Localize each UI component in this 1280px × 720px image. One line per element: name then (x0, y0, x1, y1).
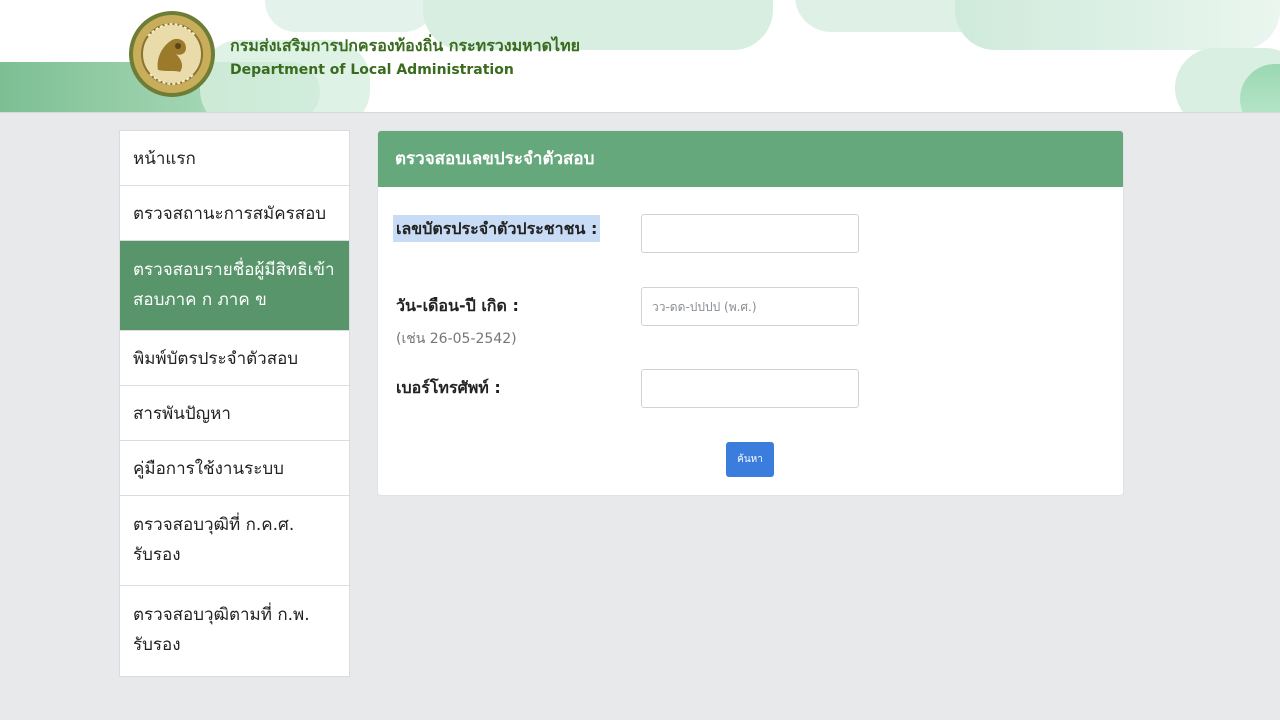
sidebar-item-label: คู่มือการใช้งานระบบ (133, 459, 284, 479)
phone-input[interactable] (641, 369, 859, 408)
sidebar-item-label: ตรวจสถานะการสมัครสอบ (133, 204, 327, 224)
exam-id-check-form: ตรวจสอบเลขประจำตัวสอบ เลขบัตรประจำตัวประ… (378, 131, 1123, 495)
id-card-label-text: เลขบัตรประจำตัวประชาชน : (393, 215, 601, 242)
site-header: กรมส่งเสริมการปกครองท้องถิ่น กระทรวงมหาด… (0, 0, 1280, 113)
sidebar-item-home[interactable]: หน้าแรก (120, 131, 349, 186)
sidebar-item-print-exam-card[interactable]: พิมพ์บัตรประจำตัวสอบ (120, 331, 349, 386)
sidebar-item-label: พิมพ์บัตรประจำตัวสอบ (133, 349, 299, 369)
sidebar-item-label-line1: ตรวจสอบวุฒิตามที่ ก.พ. (133, 605, 310, 625)
sidebar-item-application-status[interactable]: ตรวจสถานะการสมัครสอบ (120, 186, 349, 241)
sidebar-item-eligible-candidates[interactable]: ตรวจสอบรายชื่อผู้มีสิทธิเข้า สอบภาค ก ภา… (120, 241, 349, 331)
sidebar-item-check-qualification-kp[interactable]: ตรวจสอบวุฒิตามที่ ก.พ. รับรอง (120, 586, 349, 676)
sidebar-item-label: หน้าแรก (133, 149, 196, 169)
sidebar-item-user-manual[interactable]: คู่มือการใช้งานระบบ (120, 441, 349, 496)
sidebar-item-label-line1: ตรวจสอบรายชื่อผู้มีสิทธิเข้า (133, 260, 335, 280)
site-title-english: Department of Local Administration (230, 62, 514, 78)
header-decoration (955, 0, 1280, 50)
phone-label: เบอร์โทรศัพท์ : (396, 378, 501, 397)
site-title-thai: กรมส่งเสริมการปกครองท้องถิ่น กระทรวงมหาด… (230, 36, 581, 55)
birthdate-hint: (เช่น 26-05-2542) (396, 331, 517, 347)
sidebar-item-label-line1: ตรวจสอบวุฒิที่ ก.ค.ศ. (133, 515, 295, 535)
id-card-input[interactable] (641, 214, 859, 253)
birthdate-input[interactable] (641, 287, 859, 326)
birthdate-label: วัน-เดือน-ปี เกิด : (396, 296, 519, 315)
sidebar-item-label: สารพันปัญหา (133, 404, 231, 424)
sidebar-item-label-line2: สอบภาค ก ภาค ข (133, 290, 267, 310)
sidebar-item-faq[interactable]: สารพันปัญหา (120, 386, 349, 441)
sidebar-item-check-qualification-kks[interactable]: ตรวจสอบวุฒิที่ ก.ค.ศ. รับรอง (120, 496, 349, 586)
form-title: ตรวจสอบเลขประจำตัวสอบ (378, 131, 1123, 187)
id-card-label: เลขบัตรประจำตัวประชาชน : (393, 215, 601, 242)
dla-emblem-icon[interactable] (128, 10, 216, 98)
search-button[interactable]: ค้นหา (726, 442, 774, 477)
sidebar-item-label-line2: รับรอง (133, 635, 181, 655)
sidebar-menu: หน้าแรก ตรวจสถานะการสมัครสอบ ตรวจสอบรายช… (119, 130, 350, 677)
header-decoration (265, 0, 435, 32)
sidebar-item-label-line2: รับรอง (133, 545, 181, 565)
